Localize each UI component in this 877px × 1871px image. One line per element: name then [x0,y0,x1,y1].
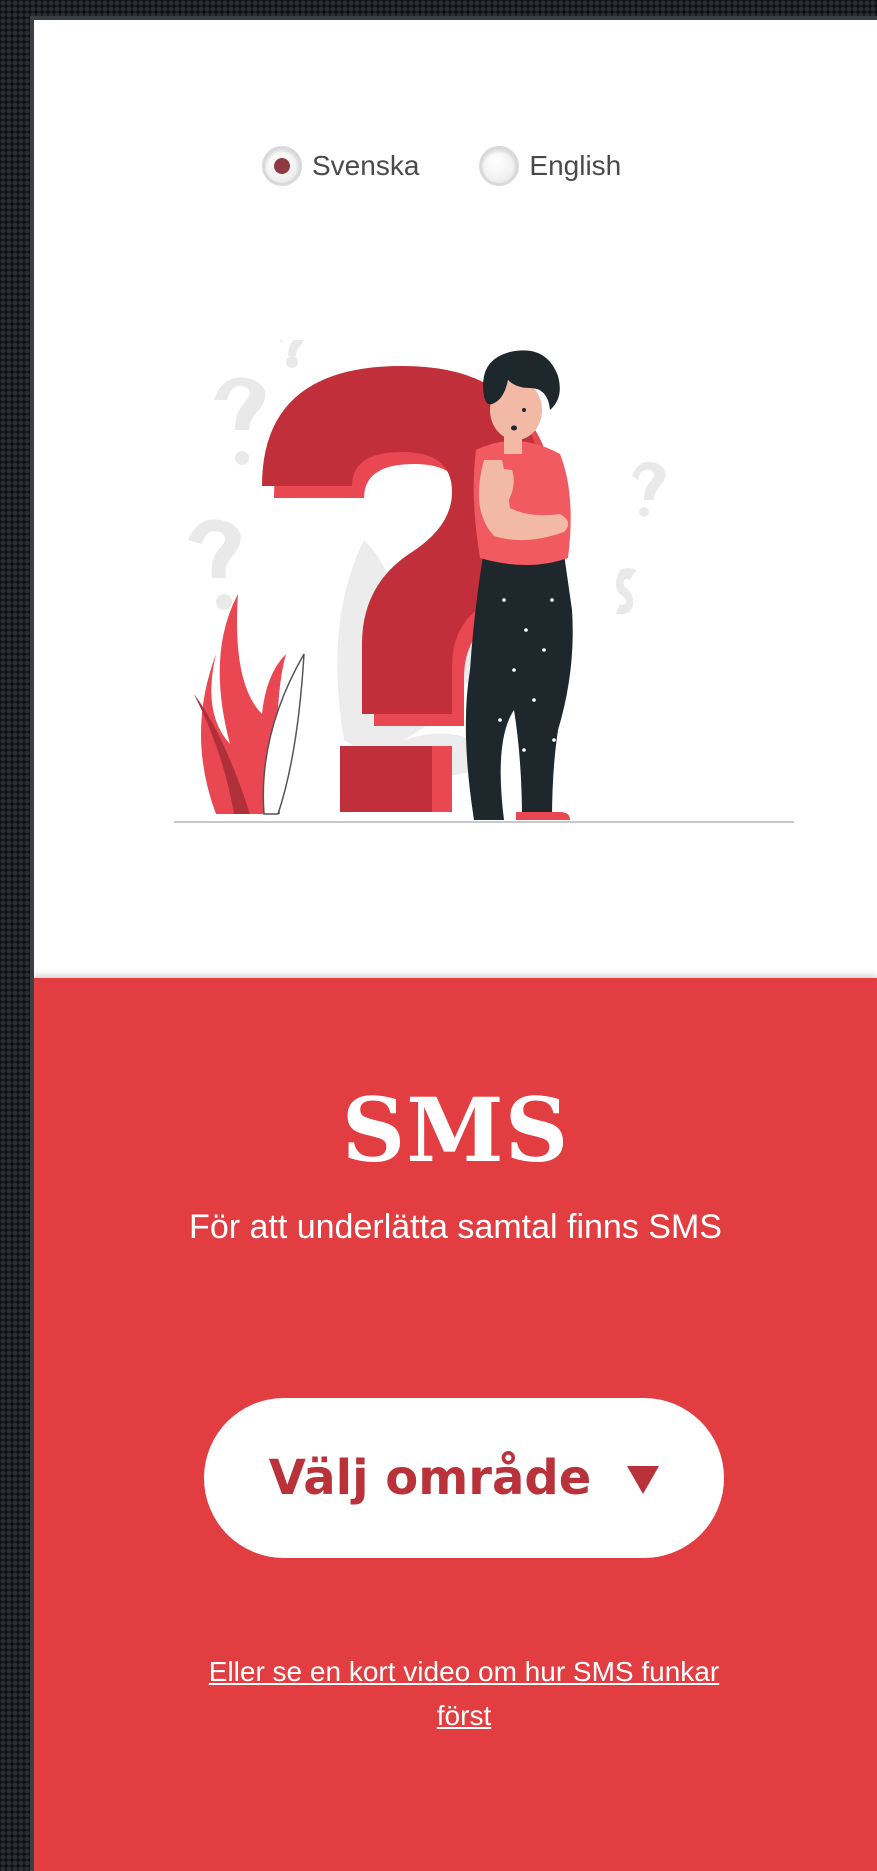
page-title: SMS [341,1078,570,1182]
watch-video-link[interactable]: Eller se en kort video om hur SMS funkar… [204,1650,724,1738]
choose-area-dropdown[interactable]: Välj område [204,1398,724,1558]
language-label-english: English [529,150,622,181]
app-screen: Svenska English SMS För att underlätta s… [30,16,877,1871]
page-subtitle: För att underlätta samtal finns SMS [189,1208,722,1246]
language-option-svenska[interactable]: Svenska [262,146,419,186]
thinking-person-question-mark-illustration [174,340,794,823]
radio-svenska[interactable] [262,146,302,186]
content-panel: SMS För att underlätta samtal finns SMS … [34,978,877,1871]
language-option-english[interactable]: English [479,146,621,186]
language-label-svenska: Svenska [312,150,420,181]
triangle-down-icon [627,1466,660,1494]
red-plant [194,594,305,815]
choose-area-label: Välj område [268,1450,592,1506]
radio-english[interactable] [479,146,520,186]
language-selector: Svenska English [262,146,621,186]
header-panel: Svenska English [34,20,877,980]
